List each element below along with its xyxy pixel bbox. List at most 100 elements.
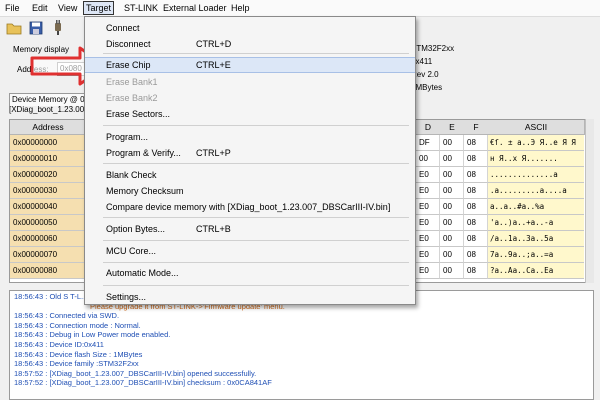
menu-item-connect[interactable]: Connect bbox=[85, 20, 415, 36]
data-cell-d[interactable]: E0 bbox=[416, 263, 440, 279]
ascii-cell[interactable]: /а..1а..3а..5а bbox=[488, 231, 584, 247]
menu-item-blank-check[interactable]: Blank Check bbox=[85, 167, 415, 183]
open-folder-icon[interactable] bbox=[6, 20, 22, 36]
address-cell[interactable]: 0x00000080 bbox=[10, 263, 86, 279]
menu-item-compare-device-memory-with-xdi[interactable]: Compare device memory with [XDiag_boot_1… bbox=[85, 199, 415, 215]
data-cell-e[interactable]: 00 bbox=[440, 135, 464, 151]
menu-item-shortcut: CTRL+E bbox=[196, 60, 231, 70]
menu-item-label: MCU Core... bbox=[106, 246, 157, 256]
data-cell-e[interactable]: 00 bbox=[440, 263, 464, 279]
menu-item-memory-checksum[interactable]: Memory Checksum bbox=[85, 183, 415, 199]
menu-view[interactable]: View bbox=[56, 2, 79, 14]
address-cell[interactable]: 0x00000040 bbox=[10, 199, 86, 215]
grid-header-address: Address bbox=[10, 120, 87, 135]
data-cell-e[interactable]: 00 bbox=[440, 183, 464, 199]
data-cell-d[interactable]: 00 bbox=[416, 151, 440, 167]
menu-item-program-verify[interactable]: Program & Verify... CTRL+P bbox=[85, 145, 415, 161]
data-cell-e[interactable]: 00 bbox=[440, 167, 464, 183]
data-cell-d[interactable]: E0 bbox=[416, 167, 440, 183]
menu-item-label: Erase Bank1 bbox=[106, 77, 158, 87]
log-line: 18:56:43 : Device flash Size : 1MBytes bbox=[14, 349, 143, 359]
menu-target[interactable]: Target bbox=[83, 1, 115, 15]
menu-item-label: Compare device memory with [XDiag_boot_1… bbox=[106, 202, 391, 212]
menu-item-settings[interactable]: Settings... bbox=[85, 289, 415, 305]
menu-item-label: Disconnect bbox=[106, 39, 151, 49]
data-cell-d[interactable]: E0 bbox=[416, 247, 440, 263]
log-line: 18:56:43 : Old S T-L... bbox=[14, 292, 88, 301]
menu-item-erase-bank2: Erase Bank2 bbox=[85, 90, 415, 106]
data-cell-f[interactable]: 08 bbox=[464, 151, 488, 167]
menu-item-erase-sectors[interactable]: Erase Sectors... bbox=[85, 106, 415, 122]
address-cell[interactable]: 0x00000000 bbox=[10, 135, 86, 151]
data-cell-f[interactable]: 08 bbox=[464, 231, 488, 247]
address-cell[interactable]: 0x00000010 bbox=[10, 151, 86, 167]
menu-edit[interactable]: Edit bbox=[30, 2, 50, 14]
menu-help[interactable]: Help bbox=[229, 2, 252, 14]
data-cell-d[interactable]: E0 bbox=[416, 199, 440, 215]
menu-item-label: Option Bytes... bbox=[106, 224, 166, 234]
address-cell[interactable]: 0x00000060 bbox=[10, 231, 86, 247]
menu-st-link[interactable]: ST-LINK bbox=[122, 2, 160, 14]
menu-item-erase-chip[interactable]: Erase Chip CTRL+E bbox=[85, 57, 415, 73]
ascii-cell[interactable]: а..а..#а..%а bbox=[488, 199, 584, 215]
data-cell-f[interactable]: 08 bbox=[464, 215, 488, 231]
data-cell-d[interactable]: DF bbox=[416, 135, 440, 151]
menu-item-shortcut: CTRL+D bbox=[196, 39, 232, 49]
data-cell-e[interactable]: 00 bbox=[440, 215, 464, 231]
grid-scrollbar[interactable] bbox=[585, 119, 594, 283]
grid-header-ascii: ASCII bbox=[488, 120, 585, 135]
ascii-cell[interactable]: 7а..9а..;а..=а bbox=[488, 247, 584, 263]
ascii-cell[interactable]: €ſ. ± a..Э Я..e Я Я bbox=[488, 135, 584, 151]
log-line: 18:57:52 : [XDiag_boot_1.23.007_DBSCarII… bbox=[14, 378, 272, 388]
menu-separator bbox=[103, 285, 409, 286]
ascii-cell[interactable]: ?а..Аа..Са..Еа bbox=[488, 263, 584, 279]
menu-item-program[interactable]: Program... bbox=[85, 129, 415, 145]
data-cell-f[interactable]: 08 bbox=[464, 167, 488, 183]
menu-file[interactable]: File bbox=[3, 2, 22, 14]
address-cell[interactable]: 0x00000020 bbox=[10, 167, 86, 183]
menu-bar: File Edit View Target ST-LINK External L… bbox=[0, 0, 600, 17]
menu-item-label: Automatic Mode... bbox=[106, 268, 179, 278]
address-cell[interactable]: 0x00000030 bbox=[10, 183, 86, 199]
log-panel: 18:56:43 : Old S T-L... Please upgrade it… bbox=[9, 290, 594, 400]
data-cell-e[interactable]: 00 bbox=[440, 247, 464, 263]
menu-item-shortcut: CTRL+B bbox=[196, 224, 231, 234]
menu-separator bbox=[103, 262, 409, 263]
data-cell-f[interactable]: 08 bbox=[464, 247, 488, 263]
data-cell-f[interactable]: 08 bbox=[464, 263, 488, 279]
address-cell[interactable]: 0x00000050 bbox=[10, 215, 86, 231]
device-name: STM32F2xx bbox=[411, 44, 455, 53]
ascii-cell[interactable]: н Я..х Я....... bbox=[488, 151, 584, 167]
menu-item-automatic-mode[interactable]: Automatic Mode... bbox=[85, 265, 415, 281]
data-cell-e[interactable]: 00 bbox=[440, 231, 464, 247]
menu-external-loader[interactable]: External Loader bbox=[161, 2, 229, 14]
data-cell-e[interactable]: 00 bbox=[440, 151, 464, 167]
file-tab[interactable]: [XDiag_boot_1.23.00 bbox=[9, 105, 84, 114]
log-line: 18:57:52 : [XDiag_boot_1.23.007_DBSCarII… bbox=[14, 368, 257, 378]
data-cell-f[interactable]: 08 bbox=[464, 135, 488, 151]
log-line: 18:56:43 : Device ID:0x411 bbox=[14, 340, 104, 349]
data-cell-d[interactable]: E0 bbox=[416, 183, 440, 199]
menu-item-label: Erase Bank2 bbox=[106, 93, 158, 103]
data-cell-d[interactable]: E0 bbox=[416, 231, 440, 247]
connect-plug-icon[interactable] bbox=[50, 20, 66, 36]
menu-item-label: Erase Chip bbox=[106, 60, 151, 70]
menu-item-option-bytes[interactable]: Option Bytes... CTRL+B bbox=[85, 221, 415, 237]
menu-item-mcu-core[interactable]: MCU Core... bbox=[85, 243, 415, 259]
ascii-cell[interactable]: 'а..)а..+а..-а bbox=[488, 215, 584, 231]
grid-header-d: D bbox=[416, 120, 441, 135]
data-cell-e[interactable]: 00 bbox=[440, 199, 464, 215]
menu-separator bbox=[103, 53, 409, 54]
ascii-cell[interactable]: ..............а bbox=[488, 167, 584, 183]
menu-item-disconnect[interactable]: Disconnect CTRL+D bbox=[85, 36, 415, 52]
ascii-cell[interactable]: .а.........а....а bbox=[488, 183, 584, 199]
data-cell-f[interactable]: 08 bbox=[464, 199, 488, 215]
menu-item-label: Settings... bbox=[106, 292, 147, 302]
menu-item-label: Blank Check bbox=[106, 170, 157, 180]
address-cell[interactable]: 0x00000070 bbox=[10, 247, 86, 263]
data-cell-d[interactable]: E0 bbox=[416, 215, 440, 231]
data-cell-f[interactable]: 08 bbox=[464, 183, 488, 199]
menu-item-shortcut: CTRL+P bbox=[196, 148, 231, 158]
save-icon[interactable] bbox=[28, 20, 44, 36]
menu-item-label: Program & Verify... bbox=[106, 148, 181, 158]
